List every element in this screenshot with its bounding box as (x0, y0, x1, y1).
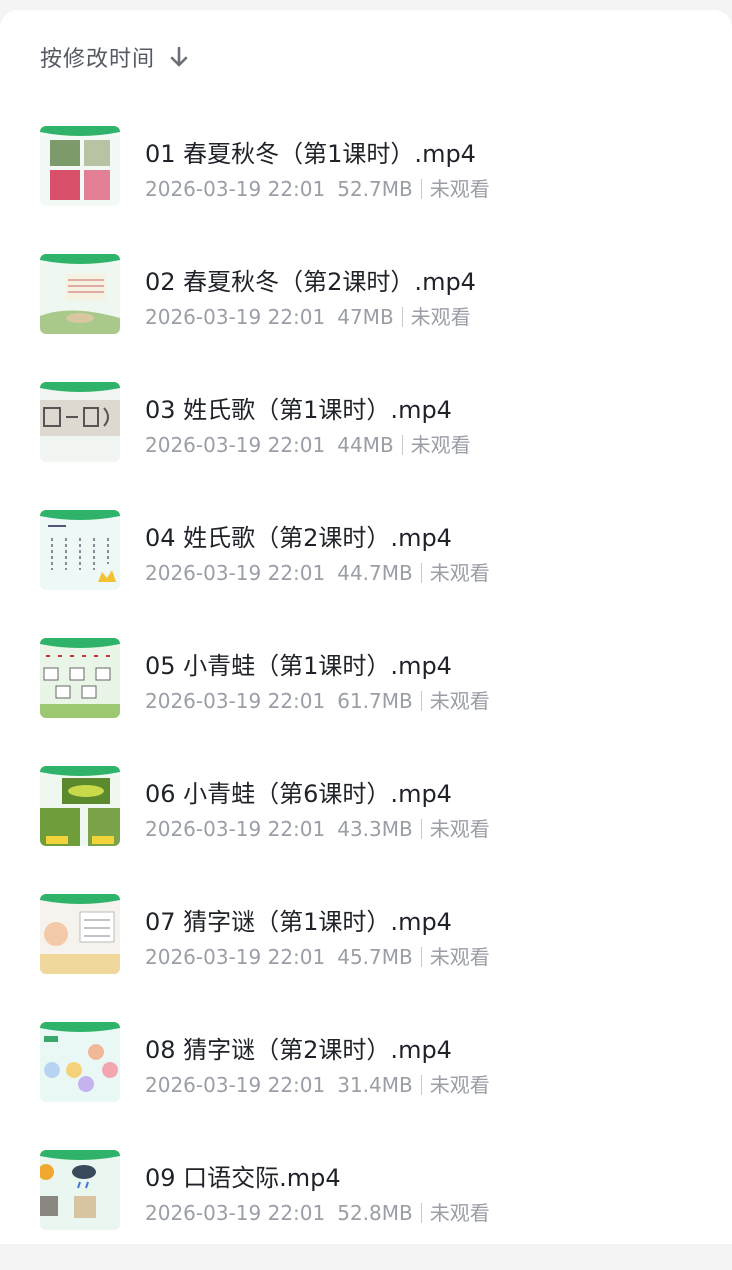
file-row[interactable]: 01 春夏秋冬（第1课时）.mp4 2026-03-19 22:01 52.7MB… (0, 118, 732, 246)
watch-status: 未观看 (429, 1073, 490, 1097)
meta-divider (420, 179, 422, 199)
arrow-down-icon (170, 46, 188, 67)
file-date: 2026-03-19 22:01 (145, 177, 326, 201)
file-row[interactable]: 06 小青蛙（第6课时）.mp4 2026-03-19 22:01 43.3MB 未… (0, 758, 732, 886)
video-thumbnail (40, 894, 120, 974)
file-list: 01 春夏秋冬（第1课时）.mp4 2026-03-19 22:01 52.7MB… (0, 118, 732, 1270)
watch-status: 未观看 (429, 1201, 490, 1225)
file-size: 61.7MB (337, 689, 413, 713)
meta-divider (420, 1075, 422, 1095)
file-size: 52.7MB (337, 177, 413, 201)
meta-divider (420, 947, 422, 967)
file-date: 2026-03-19 22:01 (145, 1201, 326, 1225)
video-thumbnail (40, 254, 120, 334)
file-date: 2026-03-19 22:01 (145, 561, 326, 585)
video-thumbnail (40, 766, 120, 846)
file-name: 08 猜字谜（第2课时）.mp4 (145, 1036, 452, 1064)
file-meta: 2026-03-19 22:01 52.7MB 未观看 (145, 173, 490, 202)
file-size: 52.8MB (337, 1201, 413, 1225)
file-name: 05 小青蛙（第1课时）.mp4 (145, 652, 452, 680)
video-thumbnail (40, 1150, 120, 1230)
file-date: 2026-03-19 22:01 (145, 945, 326, 969)
meta-divider (401, 435, 403, 455)
watch-status: 未观看 (429, 177, 490, 201)
file-meta: 2026-03-19 22:01 44MB 未观看 (145, 429, 471, 458)
file-name: 02 春夏秋冬（第2课时）.mp4 (145, 268, 476, 296)
meta-divider (420, 691, 422, 711)
file-name: 09 口语交际.mp4 (145, 1164, 341, 1192)
sort-label: 按修改时间 (40, 47, 156, 72)
file-row[interactable]: 08 猜字谜（第2课时）.mp4 2026-03-19 22:01 31.4MB 未… (0, 1014, 732, 1142)
file-size: 47MB (337, 305, 394, 329)
file-date: 2026-03-19 22:01 (145, 433, 326, 457)
file-date: 2026-03-19 22:01 (145, 689, 326, 713)
watch-status: 未观看 (410, 433, 471, 457)
file-date: 2026-03-19 22:01 (145, 1073, 326, 1097)
file-row[interactable]: 03 姓氏歌（第1课时）.mp4 2026-03-19 22:01 44MB 未观看 (0, 374, 732, 502)
file-size: 44MB (337, 433, 394, 457)
file-name: 07 猜字谜（第1课时）.mp4 (145, 908, 452, 936)
meta-divider (420, 563, 422, 583)
file-row[interactable]: 09 口语交际.mp4 2026-03-19 22:01 52.8MB 未观看 (0, 1142, 732, 1270)
file-meta: 2026-03-19 22:01 52.8MB 未观看 (145, 1197, 490, 1226)
watch-status: 未观看 (429, 817, 490, 841)
watch-status: 未观看 (429, 945, 490, 969)
video-thumbnail (40, 638, 120, 718)
meta-divider (401, 307, 403, 327)
video-thumbnail (40, 510, 120, 590)
file-meta: 2026-03-19 22:01 44.7MB 未观看 (145, 557, 490, 586)
file-size: 44.7MB (337, 561, 413, 585)
video-thumbnail (40, 126, 120, 206)
file-size: 31.4MB (337, 1073, 413, 1097)
file-row[interactable]: 05 小青蛙（第1课时）.mp4 2026-03-19 22:01 61.7MB 未… (0, 630, 732, 758)
file-row[interactable]: 04 姓氏歌（第2课时）.mp4 2026-03-19 22:01 44.7MB 未… (0, 502, 732, 630)
watch-status: 未观看 (429, 689, 490, 713)
video-thumbnail (40, 1022, 120, 1102)
file-meta: 2026-03-19 22:01 31.4MB 未观看 (145, 1069, 490, 1098)
meta-divider (420, 1203, 422, 1223)
meta-divider (420, 819, 422, 839)
sort-control[interactable]: 按修改时间 (40, 40, 189, 74)
file-size: 43.3MB (337, 817, 413, 841)
file-size: 45.7MB (337, 945, 413, 969)
file-name: 06 小青蛙（第6课时）.mp4 (145, 780, 452, 808)
video-thumbnail (40, 382, 120, 462)
file-name: 01 春夏秋冬（第1课时）.mp4 (145, 140, 476, 168)
file-date: 2026-03-19 22:01 (145, 305, 326, 329)
file-row[interactable]: 07 猜字谜（第1课时）.mp4 2026-03-19 22:01 45.7MB 未… (0, 886, 732, 1014)
watch-status: 未观看 (410, 305, 471, 329)
file-meta: 2026-03-19 22:01 47MB 未观看 (145, 301, 471, 330)
file-row[interactable]: 02 春夏秋冬（第2课时）.mp4 2026-03-19 22:01 47MB 未观… (0, 246, 732, 374)
file-meta: 2026-03-19 22:01 45.7MB 未观看 (145, 941, 490, 970)
file-date: 2026-03-19 22:01 (145, 817, 326, 841)
file-name: 03 姓氏歌（第1课时）.mp4 (145, 396, 452, 424)
watch-status: 未观看 (429, 561, 490, 585)
file-list-panel: 按修改时间 01 春夏秋冬（第1课时）.mp4 2026-03-19 22:01… (0, 10, 732, 1244)
file-meta: 2026-03-19 22:01 43.3MB 未观看 (145, 813, 490, 842)
file-meta: 2026-03-19 22:01 61.7MB 未观看 (145, 685, 490, 714)
file-name: 04 姓氏歌（第2课时）.mp4 (145, 524, 452, 552)
